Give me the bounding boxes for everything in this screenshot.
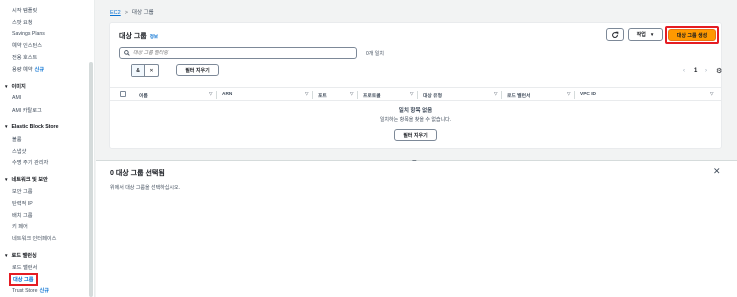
token-operator[interactable]: & [132,65,146,76]
empty-state-message: 일치하는 항목을 찾을 수 없습니다. [379,117,452,123]
column-divider[interactable] [574,91,575,99]
new-badge: 신규 [34,67,45,73]
column-header-name[interactable]: 이름 [139,92,148,99]
column-header-protocol[interactable]: 프로토콜 [363,92,381,99]
sidebar-item-spot-requests[interactable]: 스팟 요청 [12,19,33,26]
actions-dropdown[interactable]: 작업 ▼ [628,28,663,41]
column-header-target-type[interactable]: 대상 유형 [423,92,442,99]
sidebar-item-launch-templates[interactable]: 시작 템플릿 [12,7,37,14]
sidebar-item-label: 용량 예약 [12,67,33,73]
select-all-checkbox[interactable] [120,91,126,97]
sidebar-item-dedicated-hosts[interactable]: 전용 호스트 [12,54,37,61]
caret-down-icon: ▼ [4,177,9,182]
sidebar-item-reserved-instances[interactable]: 예약 인스턴스 [12,42,42,49]
chevron-right-icon: › [705,68,707,74]
sidebar-item-capacity-reservations[interactable]: 용량 예약 신규 [12,66,44,73]
detail-title: 0 대상 그룹 선택됨 [110,170,165,177]
clear-filters-button[interactable]: 필터 지우기 [176,64,219,76]
search-input[interactable] [133,50,333,56]
chevron-right-icon: > [124,10,128,16]
sort-icon[interactable]: ▽ [209,91,212,97]
sidebar-item-savings-plans[interactable]: Savings Plans [12,31,45,37]
sidebar-item-security-groups[interactable]: 보안 그룹 [12,188,33,195]
match-count: 0개 일치 [366,51,384,57]
column-header-port[interactable]: 포트 [318,92,327,99]
sidebar-item-trust-store[interactable]: Trust Store 신규 [12,287,49,294]
filter-token[interactable]: & ✕ [131,64,159,77]
sidebar-section-images[interactable]: ▼ 이미지 [4,83,26,90]
detail-panel: 0 대상 그룹 선택됨 위에서 대상 그룹을 선택하십시오. ✕ [96,161,737,297]
info-link[interactable]: 정보 [150,34,158,39]
refresh-icon [612,31,619,38]
column-header-arn[interactable]: ARN [222,92,232,97]
caret-down-icon: ▼ [4,124,9,129]
close-detail-button[interactable]: ✕ [713,166,721,177]
sort-icon[interactable]: ▽ [494,91,497,97]
new-badge: 신규 [39,288,50,294]
close-icon: ✕ [149,67,154,74]
sidebar-item-network-interfaces[interactable]: 네트워크 인터페이스 [12,235,56,242]
sidebar-item-volumes[interactable]: 볼륨 [12,136,22,143]
close-icon: ✕ [713,166,721,176]
sidebar-item-label: Trust Store [12,288,38,294]
detail-message: 위에서 대상 그룹을 선택하십시오. [110,185,180,191]
main-content: EC2>대상 그룹 대상 그룹정보 작업▼ 대상 그룹 생성 0개 일치 & ✕… [96,0,737,297]
breadcrumb-ec2-link[interactable]: EC2 [110,10,121,16]
column-divider[interactable] [216,91,217,99]
target-groups-panel: 대상 그룹정보 작업▼ 대상 그룹 생성 0개 일치 & ✕ 필터 지우기 ‹ … [109,22,722,149]
sidebar-item-target-groups[interactable]: 대상 그룹 [9,273,38,286]
create-target-group-button[interactable]: 대상 그룹 생성 [668,29,716,41]
chevron-left-icon: ‹ [683,68,685,74]
remove-token-button[interactable]: ✕ [145,65,158,76]
sidebar-item-placement-groups[interactable]: 배치 그룹 [12,212,33,219]
search-bar[interactable] [119,47,357,59]
sidebar-section-load-balancing[interactable]: ▼ 로드 밸런싱 [4,252,37,259]
sidebar-item-snapshots[interactable]: 스냅샷 [12,148,26,155]
caret-down-icon: ▼ [4,253,9,258]
empty-clear-filters-button[interactable]: 필터 지우기 [394,129,437,141]
next-page-button[interactable]: › [705,68,707,74]
breadcrumb-current: 대상 그룹 [131,10,154,16]
column-header-vpc-id[interactable]: VPC ID [580,92,596,97]
sidebar-item-key-pairs[interactable]: 키 페어 [12,223,28,230]
settings-button[interactable]: ⚙ [716,67,722,75]
prev-page-button[interactable]: ‹ [683,68,685,74]
sort-icon[interactable]: ▽ [567,91,570,97]
sort-icon[interactable]: ▽ [410,91,413,97]
table-header: 이름 ▽ ARN ▽ 포트 ▽ 프로토콜 ▽ 대상 유형 ▽ 로드 밸런서 ▽ … [110,87,721,101]
sidebar-item-load-balancers[interactable]: 로드 밸런서 [12,264,37,271]
column-divider[interactable] [501,91,502,99]
sidebar-section-ebs[interactable]: ▼ Elastic Block Store [4,124,58,130]
sidebar-item-ami[interactable]: AMI [12,95,21,101]
sidebar-item-ami-catalog[interactable]: AMI 카탈로그 [12,107,42,114]
sidebar: 시작 템플릿 스팟 요청 Savings Plans 예약 인스턴스 전용 호스… [0,0,95,297]
column-divider[interactable] [417,91,418,99]
refresh-button[interactable] [606,28,624,41]
empty-state-title: 일치 항목 없음 [398,108,433,114]
caret-down-icon: ▼ [649,32,655,37]
column-header-load-balancer[interactable]: 로드 밸런서 [507,92,530,99]
sidebar-item-elastic-ips[interactable]: 탄력적 IP [12,200,33,207]
breadcrumb: EC2 > 대상 그룹 [110,8,154,16]
sort-icon[interactable]: ▽ [305,91,308,97]
page-number[interactable]: 1 [694,68,697,74]
column-divider[interactable] [312,91,313,99]
panel-title: 대상 그룹 정보 [119,33,158,40]
caret-down-icon: ▼ [4,84,9,89]
gear-icon: ⚙ [716,68,723,75]
search-icon [124,50,130,56]
sidebar-section-network-security[interactable]: ▼ 네트워크 및 보안 [4,176,48,183]
sort-icon[interactable]: ▽ [710,91,713,97]
column-divider[interactable] [357,91,358,99]
sidebar-scrollbar[interactable] [89,62,93,297]
sort-icon[interactable]: ▽ [350,91,353,97]
sidebar-item-lifecycle-manager[interactable]: 수명 주기 관리자 [12,159,48,166]
